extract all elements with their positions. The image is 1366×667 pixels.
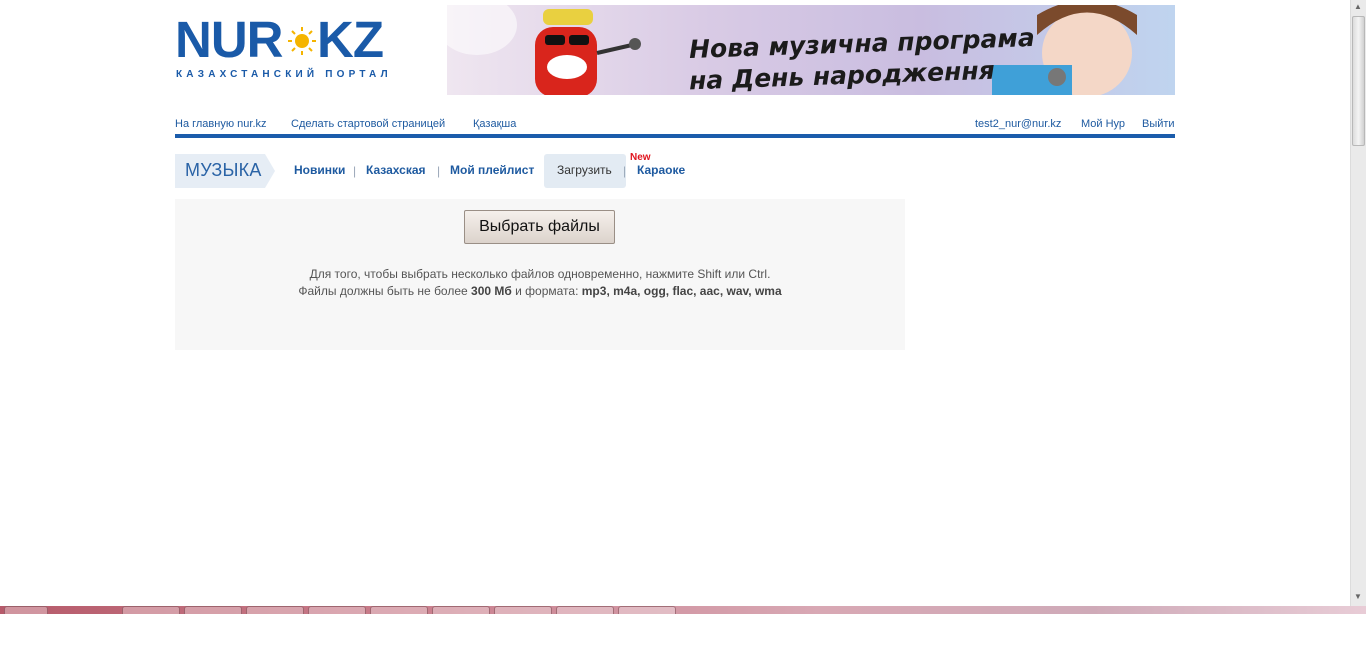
scroll-up-arrow-icon[interactable]: ▲ — [1354, 2, 1362, 11]
taskbar-app-icon[interactable] — [432, 606, 490, 614]
taskbar-app-icon[interactable] — [494, 606, 552, 614]
user-email-link[interactable]: test2_nur@nur.kz — [975, 118, 1061, 130]
nav-separator: | — [623, 164, 627, 178]
taskbar-app-icon[interactable] — [184, 606, 242, 614]
allowed-formats: mp3, m4a, ogg, flac, aac, wav, wma — [581, 284, 782, 298]
logo-nur-text: NUR — [175, 11, 283, 68]
taskbar-app-icon[interactable] — [618, 606, 676, 614]
tab-karaoke[interactable]: Караоке — [637, 163, 685, 177]
music-section-title: МУЗЫКА — [185, 160, 262, 180]
top-navigation: На главную nur.kz Сделать стартовой стра… — [175, 118, 1175, 132]
kazakh-language-link[interactable]: Қазақша — [473, 118, 516, 130]
header-divider — [175, 134, 1175, 138]
tab-my-playlist[interactable]: Мой плейлист — [450, 163, 534, 177]
taskbar-app-icon[interactable] — [122, 606, 180, 614]
tab-new-releases[interactable]: Новинки — [294, 163, 345, 177]
new-badge: New — [630, 152, 651, 163]
page: NUR KZ КАЗАХСТАНСКИЙ ПОРТАЛ Нова музична… — [0, 0, 1350, 606]
logo-kz-text: KZ — [317, 11, 384, 68]
taskbar-app-icon[interactable] — [308, 606, 366, 614]
sun-icon — [288, 27, 316, 55]
tab-kazakh-music[interactable]: Казахская — [366, 163, 426, 177]
tab-upload-label: Загрузить — [557, 163, 612, 177]
logo-subtitle: КАЗАХСТАНСКИЙ ПОРТАЛ — [176, 69, 392, 80]
make-start-page-link[interactable]: Сделать стартовой страницей — [291, 118, 445, 130]
site-logo[interactable]: NUR KZ КАЗАХСТАНСКИЙ ПОРТАЛ — [175, 14, 400, 84]
vertical-scrollbar[interactable]: ▲ ▼ — [1350, 0, 1366, 606]
scroll-down-arrow-icon[interactable]: ▼ — [1354, 592, 1362, 601]
choose-files-button[interactable]: Выбрать файлы — [464, 210, 615, 244]
scrollbar-thumb[interactable] — [1352, 16, 1365, 146]
hint-middle: и формата: — [511, 284, 582, 298]
start-button-icon[interactable] — [4, 606, 48, 614]
hint-prefix: Файлы должны быть не более — [298, 284, 472, 298]
upload-hint-multiselect: Для того, чтобы выбрать несколько файлов… — [309, 267, 771, 281]
logo-wordmark: NUR — [175, 14, 283, 66]
screen-bottom-area — [0, 614, 1366, 667]
taskbar-app-icon[interactable] — [370, 606, 428, 614]
taskbar-app-icon[interactable] — [556, 606, 614, 614]
my-nur-link[interactable]: Мой Нур — [1081, 118, 1125, 130]
upload-hint-requirements: Файлы должны быть не более 300 Мб и форм… — [175, 284, 905, 298]
home-link[interactable]: На главную nur.kz — [175, 118, 267, 130]
max-file-size: 300 Мб — [471, 284, 512, 298]
nav-separator: | — [437, 164, 441, 178]
logout-link[interactable]: Выйти — [1142, 118, 1175, 130]
taskbar-app-icon[interactable] — [246, 606, 304, 614]
ad-banner[interactable]: Нова музична програма на День народження — [447, 5, 1175, 95]
nav-separator: | — [353, 164, 357, 178]
upload-panel: Выбрать файлы Для того, чтобы выбрать не… — [175, 199, 905, 350]
